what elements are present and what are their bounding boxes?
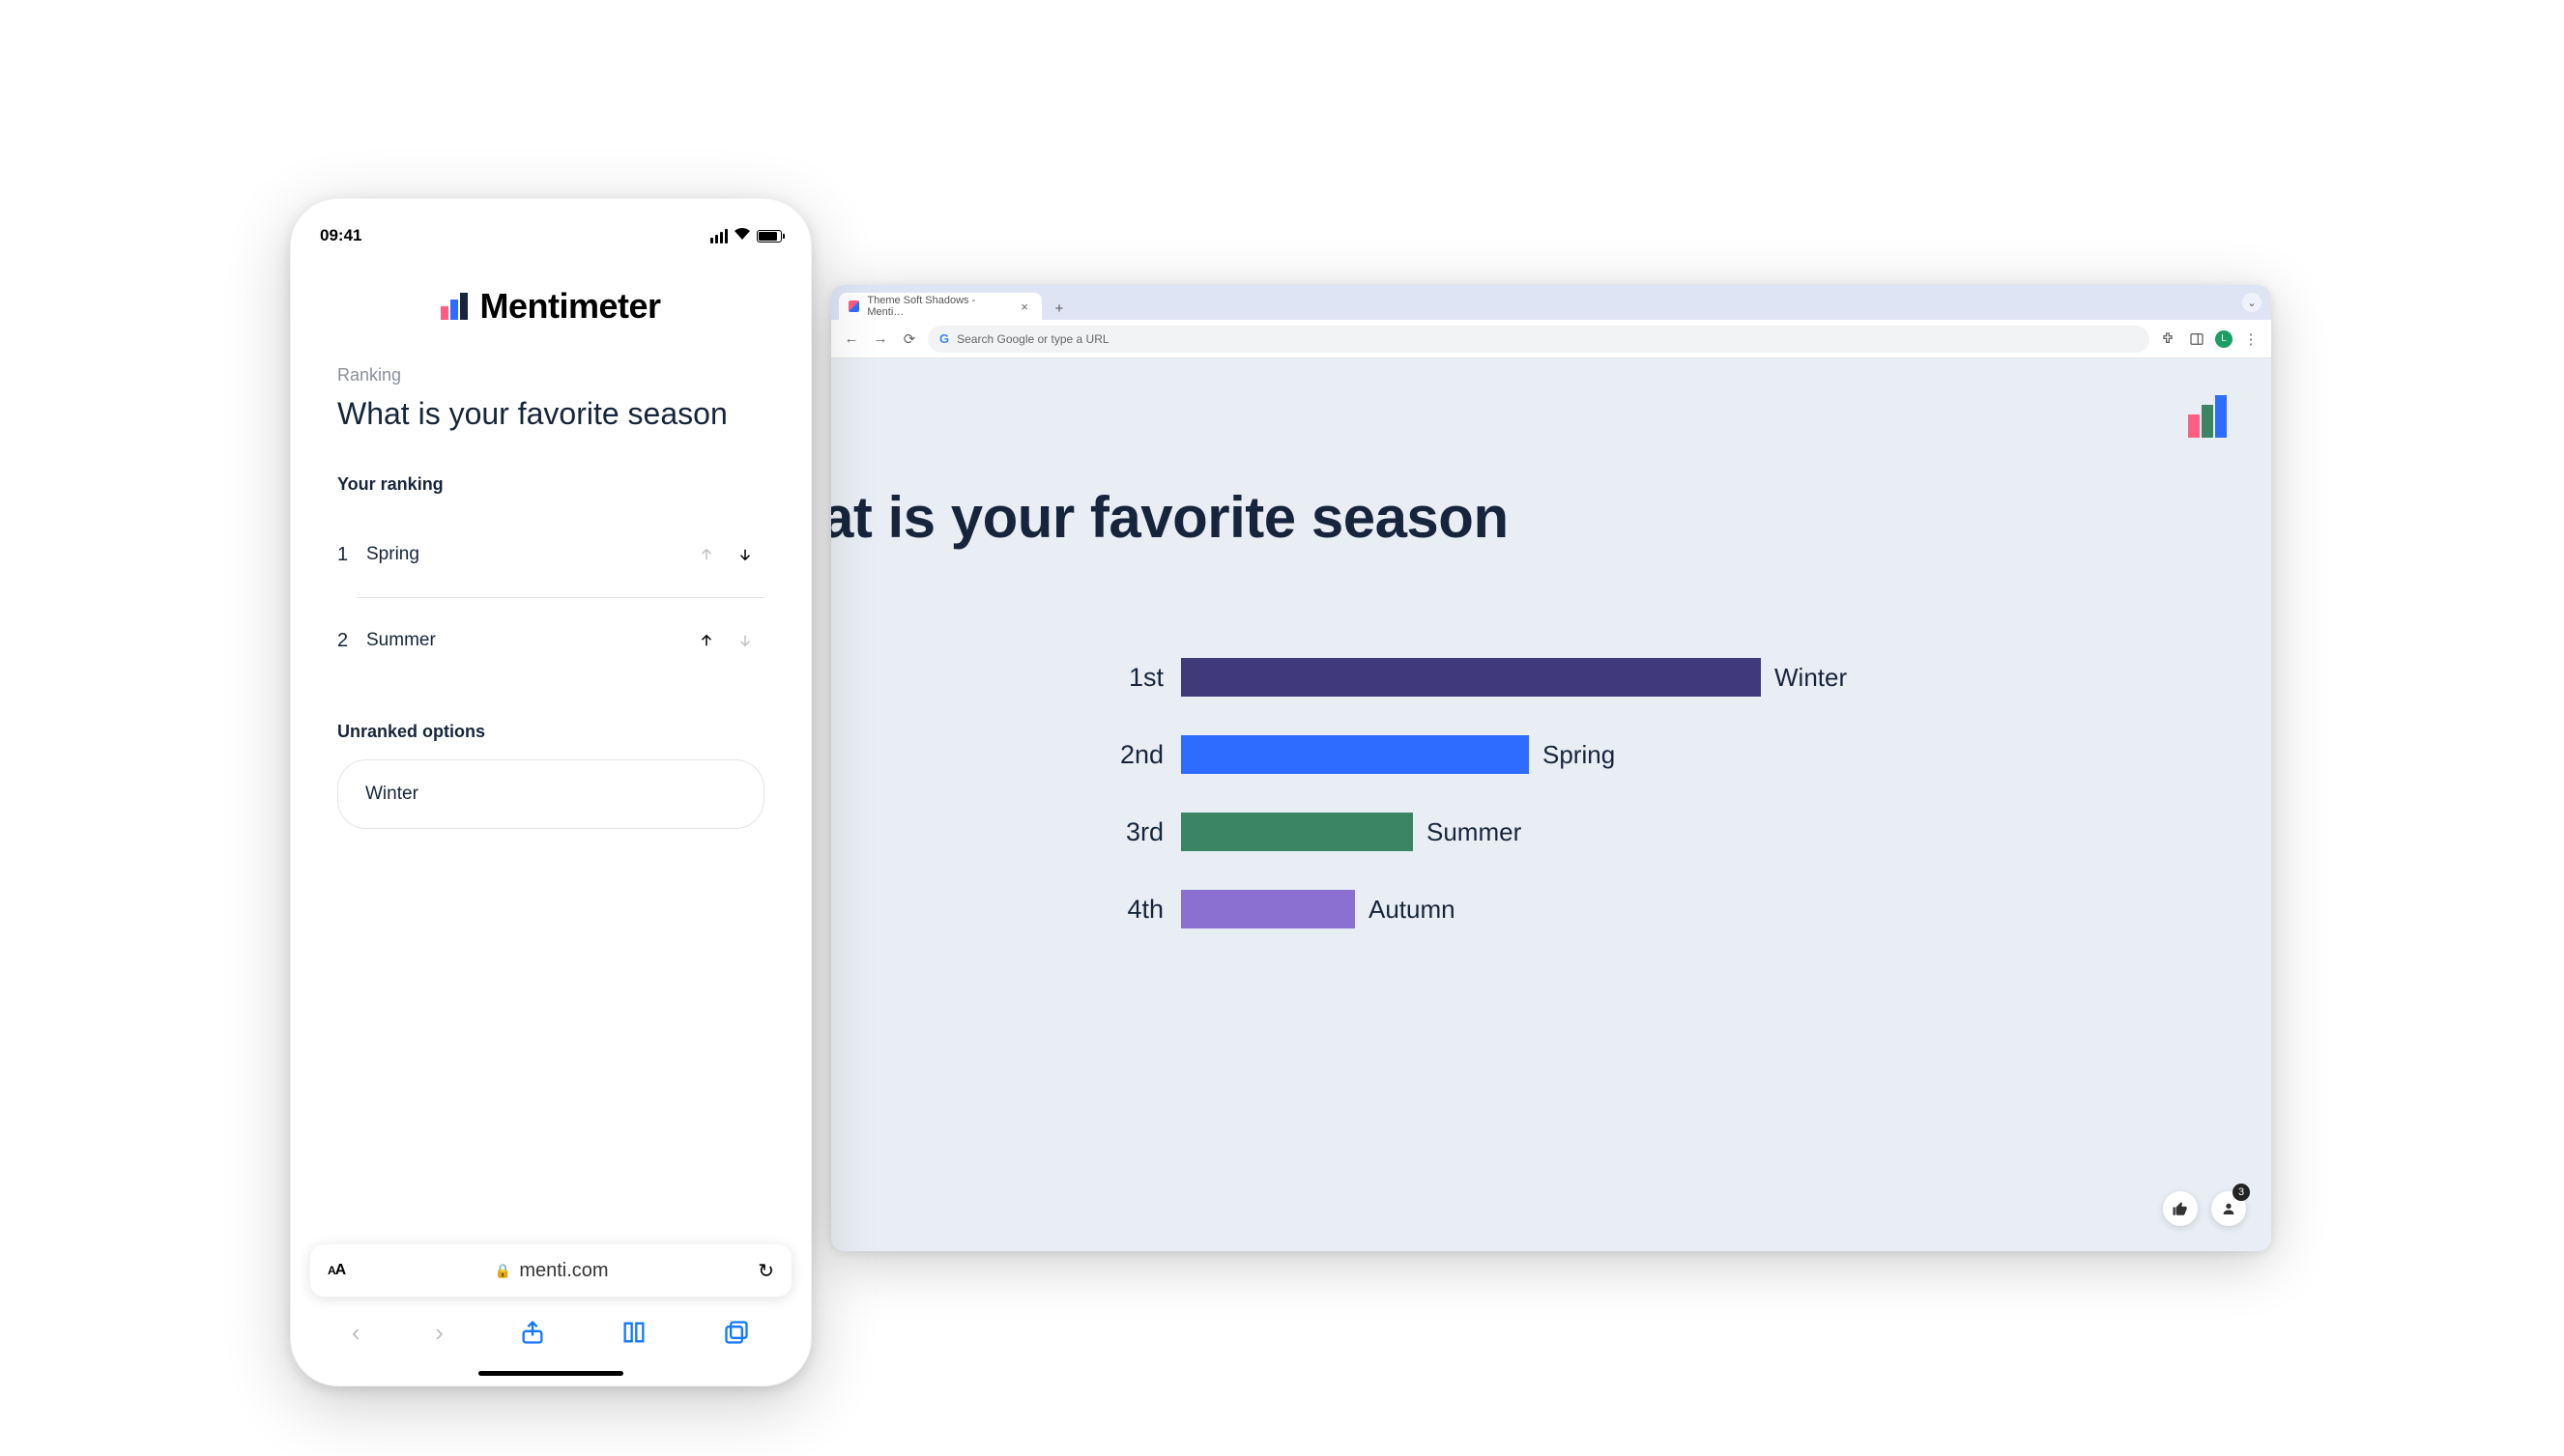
tab-overflow-button[interactable]: ⌄: [2242, 293, 2262, 312]
clock: 09:41: [320, 226, 361, 245]
rank-position-label: 2nd: [1092, 740, 1181, 770]
wifi-icon: [734, 227, 751, 244]
url-text: menti.com: [519, 1260, 608, 1282]
rank-option-name: Spring: [366, 544, 687, 565]
ranked-item[interactable]: 2Summer: [357, 598, 764, 683]
rank-position-label: 3rd: [1092, 817, 1181, 847]
chart-bar-label: Winter: [1774, 663, 1847, 693]
safari-forward-button[interactable]: ›: [435, 1318, 444, 1348]
chart-row: 2nd Spring: [1092, 716, 1962, 793]
participants-button[interactable]: 3: [2211, 1191, 2246, 1226]
unranked-label: Unranked options: [337, 722, 764, 742]
safari-back-button[interactable]: ‹: [352, 1318, 360, 1348]
unranked-list: Winter: [337, 759, 764, 829]
reload-button[interactable]: ⟳: [899, 328, 920, 350]
phone-mockup: 09:41 Mentimeter Ranking What is your fa…: [290, 198, 812, 1386]
rank-number: 1: [337, 544, 366, 566]
move-up-button[interactable]: [687, 621, 726, 660]
ranked-item[interactable]: 1Spring: [357, 512, 764, 598]
google-g-icon: G: [939, 331, 949, 346]
safari-address-bar[interactable]: AA 🔒 menti.com ↻: [310, 1244, 792, 1297]
rank-position-label: 1st: [1092, 663, 1181, 693]
rank-option-name: Summer: [366, 630, 687, 651]
chart-bar: [1181, 813, 1413, 851]
move-down-button[interactable]: [726, 535, 764, 574]
mentimeter-mark-icon: [441, 293, 470, 320]
chart-row: 1st Winter: [1092, 639, 1962, 716]
chart-bar-label: Autumn: [1368, 895, 1455, 925]
lock-icon: 🔒: [495, 1263, 511, 1279]
chart-bar: [1181, 735, 1529, 774]
chart-row: 3rd Summer: [1092, 793, 1962, 871]
side-panel-icon[interactable]: [2186, 328, 2207, 350]
reactions-button[interactable]: [2163, 1191, 2198, 1226]
chart-bar-label: Summer: [1426, 817, 1521, 847]
back-button[interactable]: ←: [841, 328, 862, 350]
ranked-list: 1Spring2Summer: [337, 512, 764, 683]
mentimeter-logo-icon: [2188, 395, 2234, 438]
tabs-icon[interactable]: [723, 1319, 750, 1346]
bookmarks-icon[interactable]: [620, 1319, 648, 1346]
desktop-browser-window: Theme Soft Shadows - Menti… × + ⌄ ← → ⟳ …: [831, 285, 2271, 1251]
forward-button[interactable]: →: [870, 328, 891, 350]
unranked-option[interactable]: Winter: [337, 759, 764, 829]
rank-number: 2: [337, 630, 366, 652]
chart-bar: [1181, 890, 1355, 928]
close-tab-icon[interactable]: ×: [1021, 300, 1028, 314]
browser-toolbar: ← → ⟳ G Search Google or type a URL L ⋮: [831, 320, 2271, 358]
share-icon[interactable]: [519, 1319, 546, 1346]
favicon-icon: [849, 300, 859, 312]
ranking-bar-chart: 1st Winter 2nd Spring 3rd Summer 4th Autumn: [1092, 639, 1962, 948]
mentimeter-logo: Mentimeter: [291, 286, 811, 327]
move-down-button: [726, 621, 764, 660]
status-bar: 09:41: [291, 214, 811, 257]
battery-icon: [757, 230, 782, 243]
cellular-signal-icon: [710, 229, 728, 243]
chart-row: 4th Autumn: [1092, 871, 1962, 948]
omnibox-placeholder: Search Google or type a URL: [957, 332, 1109, 346]
reload-icon[interactable]: ↻: [758, 1259, 774, 1283]
chart-bar-label: Spring: [1542, 740, 1615, 770]
text-size-button[interactable]: AA: [328, 1262, 345, 1279]
chart-bar: [1181, 658, 1761, 697]
mentimeter-wordmark: Mentimeter: [479, 286, 660, 327]
address-bar[interactable]: G Search Google or type a URL: [928, 326, 2149, 353]
rank-position-label: 4th: [1092, 895, 1181, 925]
new-tab-button[interactable]: +: [1048, 297, 1071, 320]
avatar-initial: L: [2221, 333, 2227, 344]
question-type-label: Ranking: [337, 365, 764, 385]
participants-badge: 3: [2233, 1184, 2250, 1201]
browser-tabstrip: Theme Soft Shadows - Menti… × + ⌄: [831, 285, 2271, 320]
home-indicator[interactable]: [478, 1371, 623, 1376]
tab-title: Theme Soft Shadows - Menti…: [867, 295, 1007, 318]
presentation-title: at is your favorite season: [831, 484, 1509, 551]
profile-avatar[interactable]: L: [2215, 330, 2233, 348]
floating-actions: 3: [2163, 1191, 2246, 1226]
your-ranking-label: Your ranking: [337, 474, 764, 495]
safari-toolbar: ‹ ›: [291, 1306, 811, 1358]
move-up-button: [687, 535, 726, 574]
extensions-icon[interactable]: [2157, 328, 2178, 350]
browser-tab[interactable]: Theme Soft Shadows - Menti… ×: [839, 293, 1042, 320]
kebab-menu-icon[interactable]: ⋮: [2240, 328, 2262, 350]
question-text: What is your favorite season: [337, 395, 764, 432]
presentation-viewport: at is your favorite season 1st Winter 2nd S…: [831, 358, 2271, 1251]
